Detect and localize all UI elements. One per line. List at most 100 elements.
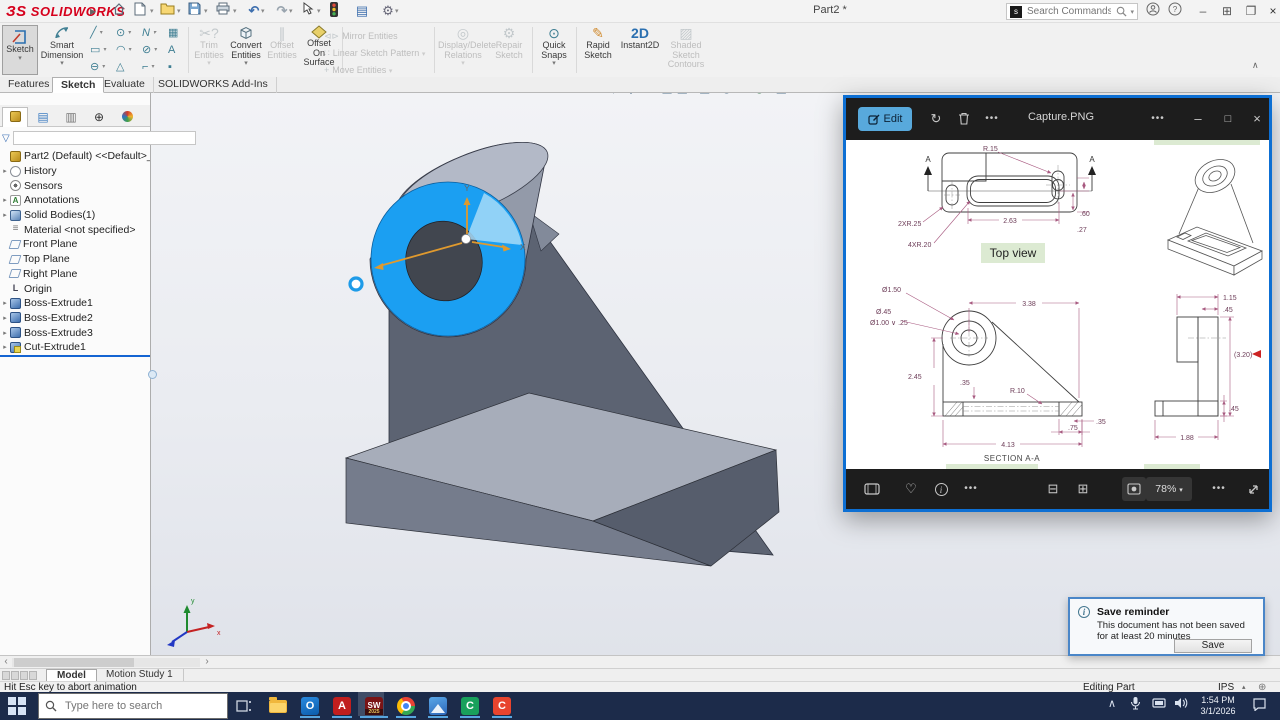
search-icon[interactable] [1116, 6, 1128, 17]
tree-item-solid-bodies[interactable]: ▸ Solid Bodies(1) [0, 208, 150, 223]
sketch-tool-button[interactable]: Sketch ▾ [2, 25, 38, 75]
tree-item-boss-extrude3[interactable]: ▸ Boss-Extrude3 [0, 325, 150, 340]
help-icon[interactable]: ? [1168, 2, 1190, 21]
rectangle-tool[interactable]: ▭ ▾ [86, 43, 112, 60]
photos-maximize-button[interactable]: □ [1216, 107, 1240, 131]
tree-item-history[interactable]: ▸ History [0, 164, 150, 179]
notification-center-icon[interactable] [1252, 698, 1267, 711]
polygon-tool[interactable]: △ [112, 60, 138, 77]
new-dropdown-icon[interactable]: ▾ [150, 7, 154, 15]
tab-property-manager-icon[interactable]: ▤ [30, 107, 56, 127]
menu-expand-arrow[interactable]: ▶ [90, 7, 96, 16]
tree-root-part[interactable]: Part2 (Default) <<Default>_Displa [0, 149, 150, 164]
save-reminder-notification[interactable]: i Save reminder This document has not be… [1068, 597, 1265, 656]
photos-minimize-button[interactable]: – [1186, 107, 1210, 131]
taskbar-search-input[interactable] [63, 699, 221, 713]
offset-entities-button[interactable]: ∥ Offset Entities [266, 25, 298, 60]
microphone-icon[interactable] [1130, 696, 1141, 710]
tree-item-boss-extrude2[interactable]: ▸ Boss-Extrude2 [0, 311, 150, 326]
quick-snaps-button[interactable]: ⊙ Quick Snaps ▾ [536, 25, 572, 67]
filmstrip-icon[interactable] [861, 478, 883, 500]
search-input[interactable] [1025, 5, 1114, 18]
camtasia-icon[interactable]: C [458, 694, 482, 718]
save-button[interactable]: Save [1174, 639, 1252, 653]
photos-viewer-window[interactable]: Edit ↻ ••• Capture.PNG ••• – □ × .geo{fi… [843, 95, 1272, 512]
tab-configuration-manager-icon[interactable]: ▥ [58, 107, 84, 127]
smart-dimension-button[interactable]: Smart Dimension ▾ [40, 25, 84, 67]
circle-tool[interactable]: ⊙ ▾ [112, 26, 138, 43]
panel-splitter-handle[interactable] [148, 370, 157, 379]
favorite-heart-icon[interactable]: ♡ [900, 478, 922, 500]
redo-dropdown-icon[interactable]: ▾ [289, 7, 293, 15]
options-dropdown-icon[interactable]: ▾ [395, 7, 399, 15]
start-button[interactable] [8, 697, 26, 715]
taskbar-search[interactable] [38, 693, 228, 719]
capture-app-icon[interactable]: C [490, 694, 514, 718]
undo-dropdown-icon[interactable]: ▾ [261, 7, 265, 15]
tree-item-top-plane[interactable]: Top Plane [0, 252, 150, 267]
tree-item-cut-extrude1[interactable]: ▸ Cut-Extrude1 [0, 340, 150, 355]
restore-button[interactable]: ⊞ [1216, 2, 1238, 21]
overflow-toolbar-icon[interactable]: ••• [1208, 478, 1230, 500]
photos-close-button[interactable]: × [1245, 107, 1269, 131]
file-explorer-icon[interactable] [266, 694, 290, 718]
sketch-point-marker[interactable] [348, 276, 364, 292]
motion-controls[interactable] [2, 671, 37, 680]
cascade-button[interactable]: ❐ [1240, 2, 1262, 21]
save-dropdown-icon[interactable]: ▾ [204, 7, 208, 15]
rollback-bar[interactable] [0, 355, 150, 357]
line-tool[interactable]: ╱ ▾ [86, 26, 112, 43]
sketch-origin-point[interactable] [461, 234, 471, 244]
tab-solidworks-add-ins[interactable]: SOLIDWORKS Add-Ins [150, 77, 277, 93]
mirror-entities-button[interactable]: ⊲⊳ Mirror Entities [324, 29, 428, 44]
expand-arrow-icon[interactable]: ▸ [0, 211, 10, 219]
expand-arrow-icon[interactable]: ▸ [0, 314, 10, 322]
tree-filter[interactable]: ▽ [2, 130, 196, 146]
task-view-icon[interactable] [232, 694, 256, 718]
tab-display-manager-icon[interactable] [114, 107, 140, 127]
instant2d-button[interactable]: 2D Instant2D [620, 25, 660, 51]
display-delete-relations-button[interactable]: ◎ Display/Delete Relations ▾ [438, 25, 496, 67]
expand-arrow-icon[interactable]: ▸ [0, 196, 10, 204]
collapse-ribbon-icon[interactable]: ∧ [1252, 60, 1259, 71]
convert-entities-button[interactable]: Convert Entities ▾ [228, 25, 264, 67]
command-search[interactable]: s ▾ [1006, 3, 1138, 20]
scroll-right-icon[interactable]: › [201, 656, 213, 668]
fillet-tool[interactable]: ⌐ ▾ [138, 60, 164, 77]
print-dropdown-icon[interactable]: ▾ [233, 7, 237, 15]
rotate-image-icon[interactable]: ↻ [924, 107, 948, 131]
user-account-icon[interactable] [1146, 2, 1168, 21]
shaded-sketch-contours-button[interactable]: ▨ Shaded Sketch Contours [662, 25, 710, 70]
zoom-dropdown-icon[interactable]: ▾ [1179, 487, 1183, 494]
fullscreen-icon[interactable] [1242, 478, 1264, 500]
file-info-icon[interactable]: i [930, 478, 952, 500]
zoom-in-icon[interactable]: ⊞ [1072, 478, 1094, 500]
rapid-sketch-button[interactable]: ✎ Rapid Sketch [580, 25, 616, 60]
spline-tool[interactable]: N ▾ [138, 26, 164, 43]
expand-arrow-icon[interactable]: ▸ [0, 167, 10, 175]
sketch-dropdown-icon[interactable]: ▾ [3, 55, 37, 62]
tree-item-sensors[interactable]: Sensors [0, 178, 150, 193]
photos-app-icon[interactable] [426, 694, 450, 718]
zoom-level-control[interactable]: 78% ▾ [1146, 477, 1192, 501]
speaker-icon[interactable] [1174, 697, 1188, 709]
slot-tool[interactable]: ⊖ ▾ [86, 60, 112, 77]
network-icon[interactable] [1152, 698, 1166, 709]
tree-item-right-plane[interactable]: Right Plane [0, 267, 150, 282]
tab-dimxpert-manager-icon[interactable]: ⊕ [86, 107, 112, 127]
edit-image-button[interactable]: Edit [858, 107, 912, 131]
text-tool[interactable]: A [164, 43, 190, 60]
tree-item-origin[interactable]: L Origin [0, 281, 150, 296]
acrobat-icon[interactable]: A [330, 694, 354, 718]
delete-image-icon[interactable] [952, 107, 976, 131]
tree-item-material[interactable]: ≡ Material <not specified> [0, 222, 150, 237]
zoom-out-icon[interactable]: ⊟ [1042, 478, 1064, 500]
task-pane-icon[interactable]: ▤ [352, 2, 372, 20]
more-toolbar-icon[interactable]: ••• [960, 478, 982, 500]
tab-feature-tree-icon[interactable] [2, 107, 28, 127]
photos-image-content[interactable]: .geo{fill:none;stroke:#3f3f3f;stroke-wid… [846, 140, 1269, 469]
tab-features[interactable]: Features [0, 77, 59, 93]
photos-title-bar[interactable]: Edit ↻ ••• Capture.PNG ••• – □ × [846, 98, 1269, 140]
chrome-icon[interactable] [394, 694, 418, 718]
sketch-picture-tool[interactable]: ▦ [164, 26, 190, 43]
